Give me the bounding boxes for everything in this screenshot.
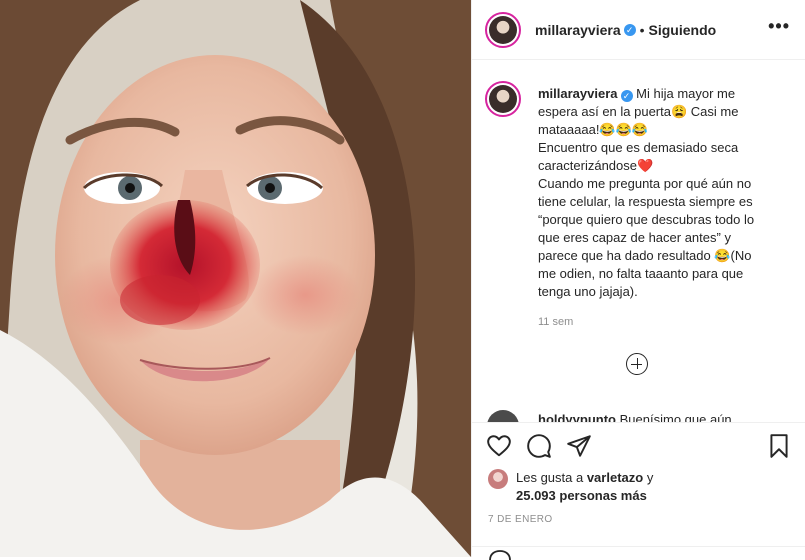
more-options-icon[interactable]: •••	[768, 16, 790, 37]
verified-badge-icon: ✓	[620, 90, 633, 102]
author-avatar[interactable]	[485, 11, 521, 48]
heart-icon[interactable]	[486, 433, 512, 459]
likes-line: Les gusta a varletazo y	[516, 469, 653, 487]
caption-line: mataaaaa!😂😂😂	[538, 122, 648, 137]
caption-line: caracterizándose❤️	[538, 158, 654, 173]
post-sidebar: millarayviera ✓ • Siguiendo ••• millaray…	[471, 0, 805, 560]
caption-username[interactable]: millarayviera	[538, 86, 618, 101]
caption-line: espera así en la puerta😩 Casi me	[538, 104, 739, 119]
emoji-icon[interactable]	[488, 550, 512, 560]
likes-prefix: Les gusta a	[516, 470, 587, 485]
caption: millarayviera ✓ Mi hija mayor me espera a…	[538, 85, 794, 301]
liker-avatar[interactable]	[488, 469, 508, 489]
caption-line: Cuando me pregunta por qué aún no	[538, 176, 752, 191]
likes-count[interactable]: 25.093 personas más	[516, 487, 647, 505]
comment-item: holdyypunto Buenísimo que aún	[485, 406, 795, 422]
add-comment-plus-icon[interactable]	[626, 353, 648, 375]
author-username[interactable]: millarayviera	[535, 22, 621, 38]
liker-username[interactable]: varletazo	[587, 470, 643, 485]
following-button[interactable]: Siguiendo	[649, 22, 717, 38]
commenter-avatar[interactable]	[487, 410, 519, 422]
bookmark-icon[interactable]	[766, 433, 792, 459]
caption-line: tiene celular, la respuesta siempre es	[538, 194, 753, 209]
caption-line: que eres capaz de hacer antes” y	[538, 230, 731, 245]
likes-suffix: y	[643, 470, 654, 485]
comment-bubble-icon[interactable]	[526, 433, 552, 459]
verified-badge-icon: ✓	[623, 23, 636, 36]
caption-line: Encuentro que es demasiado seca	[538, 140, 739, 155]
post-date[interactable]: 7 DE ENERO	[488, 514, 553, 525]
comment-text: holdyypunto Buenísimo que aún	[538, 412, 732, 422]
caption-line: tenga uno jajaja).	[538, 284, 638, 299]
post-header: millarayviera ✓ • Siguiendo •••	[472, 0, 805, 60]
separator-dot: •	[639, 21, 645, 38]
caption-line: parece que ha dado resultado 😂(No	[538, 248, 752, 263]
post-photo-illustration	[0, 0, 471, 557]
caption-author-avatar[interactable]	[485, 81, 521, 117]
caption-timestamp[interactable]: 11 sem	[538, 316, 573, 328]
caption-line: Mi hija mayor me	[636, 86, 736, 101]
author-info: millarayviera ✓ • Siguiendo	[535, 22, 716, 38]
paper-plane-icon[interactable]	[566, 433, 592, 459]
post-photo[interactable]	[0, 0, 471, 557]
caption-line: “porque quiero que descubras todo lo	[538, 212, 755, 227]
divider	[472, 546, 805, 547]
caption-line: me odien, no falta taaanto para que	[538, 266, 744, 281]
post-actions: Les gusta a varletazo y 25.093 personas …	[472, 422, 805, 560]
commenter-username[interactable]: holdyypunto	[538, 412, 616, 422]
comments-section: millarayviera ✓ Mi hija mayor me espera a…	[472, 61, 805, 422]
comment-body: Buenísimo que aún	[619, 412, 732, 422]
